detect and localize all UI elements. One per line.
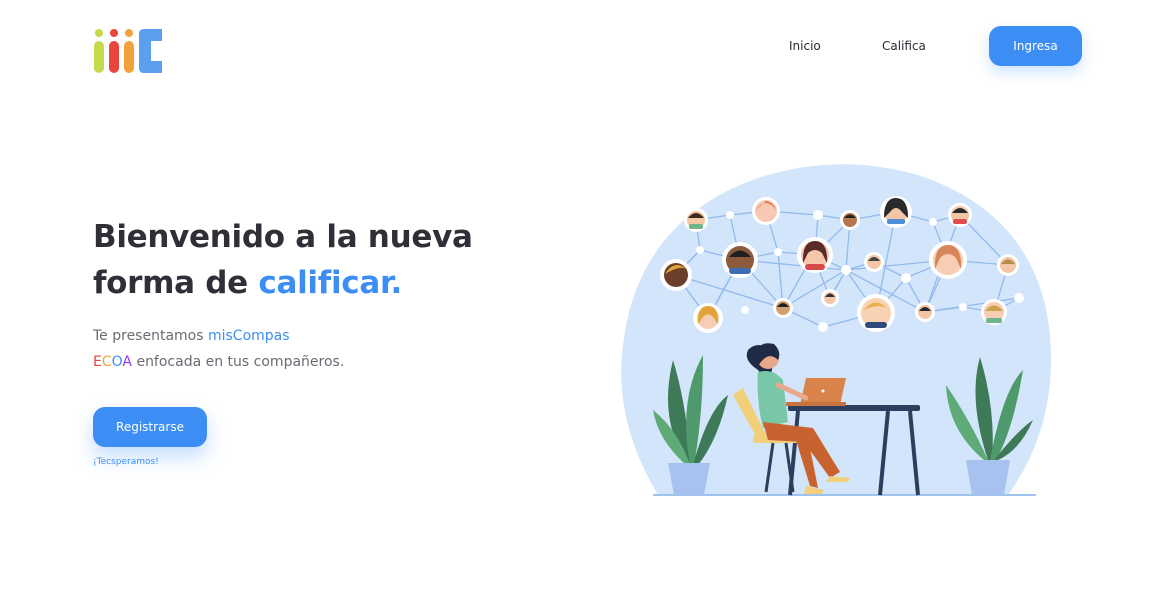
logo-icon[interactable]	[93, 28, 165, 74]
hero-title: Bienvenido a la nueva forma de calificar…	[93, 214, 473, 306]
register-button[interactable]: Registrarse	[93, 407, 207, 447]
login-button[interactable]: Ingresa	[989, 26, 1082, 66]
nav-link-califica[interactable]: Califica	[882, 39, 926, 53]
ecoa-letter-o: O	[111, 354, 123, 370]
tagline: ¡Tecsperamos!	[93, 457, 159, 467]
hero-subtitle: Te presentamos misCompas	[93, 328, 290, 344]
nav-link-inicio[interactable]: Inicio	[789, 39, 821, 53]
network-people-illustration	[621, 164, 1052, 496]
hero-subtitle-2-suffix: enfocada en tus compañeros.	[132, 354, 345, 370]
brand-name: misCompas	[207, 328, 290, 344]
ecoa-letter-c: C	[101, 354, 112, 370]
hero-subtitle-2: ECOA enfocada en tus compañeros.	[93, 354, 344, 370]
ecoa-letter-a: A	[122, 354, 132, 370]
hero-title-line2-prefix: forma de	[93, 265, 259, 301]
hero-subtitle-prefix: Te presentamos	[93, 328, 208, 344]
hero-title-accent: calificar.	[258, 265, 403, 301]
hero-title-line1: Bienvenido a la nueva	[93, 219, 473, 255]
ecoa-letter-e: E	[93, 354, 102, 370]
